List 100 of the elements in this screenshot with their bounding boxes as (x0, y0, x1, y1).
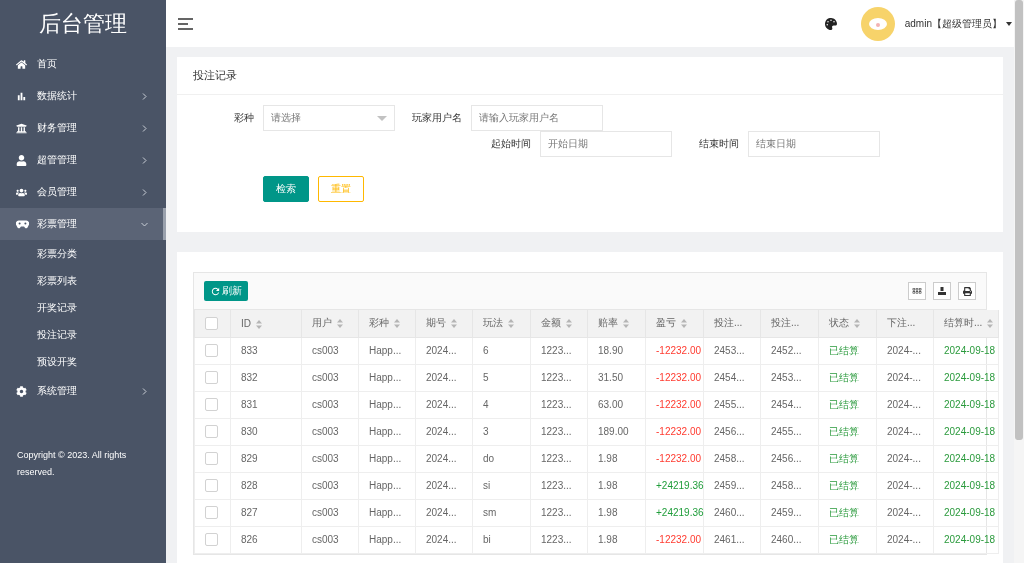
table-cell: 2024-... (876, 526, 934, 553)
table-cell: 1.98 (587, 526, 646, 553)
table-cell: 已结算 (818, 526, 877, 553)
checkbox[interactable] (205, 479, 218, 492)
table-cell: 6 (472, 337, 531, 364)
column-header[interactable]: 期号 (415, 310, 473, 337)
print-button[interactable] (958, 282, 976, 300)
table-cell: 2024-... (876, 418, 934, 445)
select-field[interactable]: 请选择 (263, 105, 395, 131)
column-header[interactable]: 投注... (760, 310, 819, 337)
column-header[interactable]: 投注... (703, 310, 761, 337)
sidebar-item[interactable]: 会员管理 (0, 176, 166, 208)
sidebar-item[interactable]: 首页 (0, 48, 166, 80)
table-cell: Happ... (358, 418, 416, 445)
submenu-item[interactable]: 彩票分类 (0, 240, 166, 267)
grid-icon (912, 286, 922, 296)
field-label: 彩种 (233, 111, 255, 125)
table-cell: 828 (230, 472, 302, 499)
search-button[interactable]: 检索 (263, 176, 309, 202)
column-header[interactable]: ID (230, 310, 302, 337)
table-cell: cs003 (301, 445, 359, 472)
input-field[interactable]: 结束日期 (748, 131, 880, 157)
user-icon (16, 154, 27, 166)
sidebar-item[interactable]: 彩票管理 (0, 208, 166, 240)
table-cell: 2024-... (876, 391, 934, 418)
export-button[interactable] (933, 282, 951, 300)
table-cell: Happ... (358, 364, 416, 391)
table-cell: 4 (472, 391, 531, 418)
menu-icon[interactable] (178, 17, 193, 30)
columns-button[interactable] (908, 282, 926, 300)
checkbox[interactable] (205, 425, 218, 438)
table-cell: 1223... (530, 418, 588, 445)
table-cell: 1.98 (587, 472, 646, 499)
table-cell: +24219.36 (645, 472, 704, 499)
table-cell: 1.98 (587, 499, 646, 526)
table-cell: 2460... (760, 526, 819, 553)
copyright-text: Copyright © 2023. All rights reserved. (16, 449, 128, 479)
sidebar-label: 财务管理 (37, 121, 78, 135)
table-cell: si (472, 472, 531, 499)
checkbox[interactable] (205, 506, 218, 519)
table-cell: -12232.00 (645, 526, 704, 553)
column-header[interactable]: 结算时... (933, 310, 999, 337)
table-cell: 2024-09-18 (933, 526, 999, 553)
column-header[interactable]: 用户 (301, 310, 359, 337)
checkbox[interactable] (205, 371, 218, 384)
bar-chart-icon (16, 90, 27, 102)
table-cell: 2453... (703, 337, 761, 364)
palette-icon[interactable] (824, 17, 837, 30)
submenu-item[interactable]: 投注记录 (0, 321, 166, 348)
table-cell: 2461... (703, 526, 761, 553)
refresh-button[interactable]: 刷新 (204, 281, 248, 301)
input-field[interactable]: 请输入玩家用户名 (471, 105, 603, 131)
sidebar-item[interactable]: 超管管理 (0, 144, 166, 176)
table-cell: 830 (230, 418, 302, 445)
checkbox[interactable] (205, 344, 218, 357)
column-header[interactable]: 赔率 (587, 310, 646, 337)
table-cell: 2024... (415, 337, 473, 364)
table-cell: 1223... (530, 526, 588, 553)
submenu-item[interactable]: 预设开奖 (0, 348, 166, 375)
table-cell: 2024-... (876, 337, 934, 364)
submenu-item[interactable]: 彩票列表 (0, 267, 166, 294)
table-cell: 2454... (703, 364, 761, 391)
checkbox[interactable] (205, 452, 218, 465)
column-header[interactable]: 玩法 (472, 310, 531, 337)
column-header[interactable]: 盈亏 (645, 310, 704, 337)
scrollbar[interactable] (1014, 0, 1024, 563)
table-cell: 2024-09-18 (933, 418, 999, 445)
column-header[interactable]: 金额 (530, 310, 588, 337)
table-cell: 2024... (415, 526, 473, 553)
user-menu[interactable]: admin【超级管理员】 (904, 16, 1002, 31)
table-cell: 2455... (703, 391, 761, 418)
table-cell: Happ... (358, 499, 416, 526)
checkbox[interactable] (205, 398, 218, 411)
column-header[interactable]: 彩种 (358, 310, 416, 337)
table-cell: 2024... (415, 418, 473, 445)
table-cell: 31.50 (587, 364, 646, 391)
sidebar-item[interactable]: 财务管理 (0, 112, 166, 144)
caret-icon (377, 115, 387, 121)
users-icon (16, 186, 27, 198)
table-cell: cs003 (301, 337, 359, 364)
sidebar-item[interactable]: 系统管理 (0, 375, 166, 407)
app-title: 后台管理 (38, 9, 128, 38)
table-cell: 826 (230, 526, 302, 553)
table-cell: 189.00 (587, 418, 646, 445)
column-header[interactable]: 状态 (818, 310, 877, 337)
table-cell: 18.90 (587, 337, 646, 364)
checkbox[interactable] (205, 316, 218, 330)
sidebar-item[interactable]: 数据统计 (0, 80, 166, 112)
submenu-item[interactable]: 开奖记录 (0, 294, 166, 321)
avatar[interactable] (860, 6, 895, 41)
checkbox[interactable] (205, 533, 218, 546)
table-cell: 832 (230, 364, 302, 391)
table-cell: 已结算 (818, 364, 877, 391)
table-cell: 829 (230, 445, 302, 472)
sidebar-label: 系统管理 (37, 384, 78, 398)
column-header[interactable]: 下注... (876, 310, 934, 337)
table-cell: 已结算 (818, 337, 877, 364)
table-cell: 2024-... (876, 472, 934, 499)
table-cell: cs003 (301, 499, 359, 526)
input-field[interactable]: 开始日期 (540, 131, 672, 157)
